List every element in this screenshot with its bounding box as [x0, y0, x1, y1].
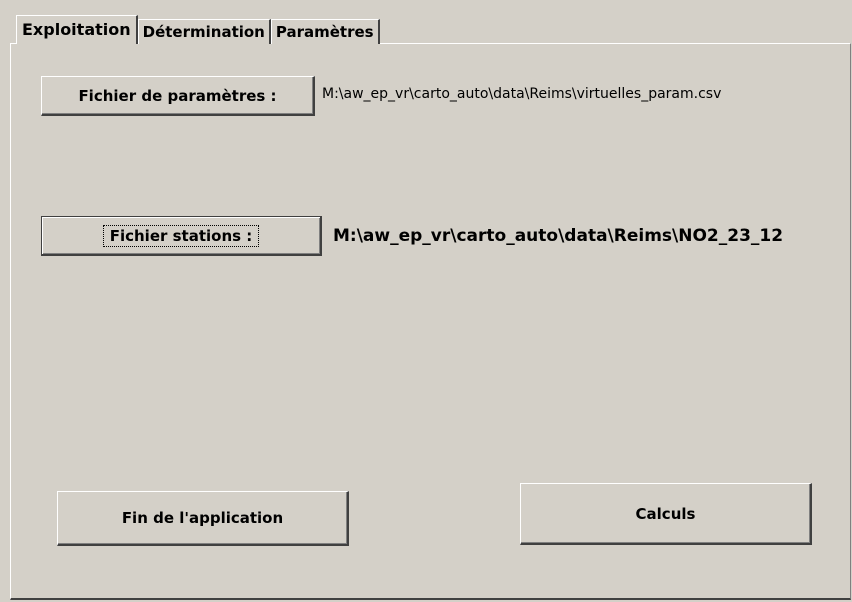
application-window: Exploitation Détermination Paramètres Fi… — [0, 0, 852, 602]
tab-parametres-label: Paramètres — [275, 23, 374, 41]
compute-button[interactable]: Calculs — [520, 483, 812, 545]
stations-file-button[interactable]: Fichier stations : — [41, 216, 322, 256]
tab-determination-label: Détermination — [142, 23, 265, 41]
stations-file-button-label: Fichier stations : — [102, 224, 260, 247]
tab-strip: Exploitation Détermination Paramètres — [16, 14, 380, 44]
param-file-path: M:\aw_ep_vr\carto_auto\data\Reims\virtue… — [322, 86, 722, 102]
tab-exploitation[interactable]: Exploitation — [16, 15, 138, 44]
tab-parametres[interactable]: Paramètres — [270, 19, 380, 44]
quit-application-button[interactable]: Fin de l'application — [57, 491, 349, 546]
stations-file-path: M:\aw_ep_vr\carto_auto\data\Reims\NO2_23… — [333, 226, 784, 246]
param-file-button-label: Fichier de paramètres : — [78, 86, 277, 105]
param-file-button[interactable]: Fichier de paramètres : — [41, 76, 315, 116]
tab-determination[interactable]: Détermination — [137, 19, 271, 44]
compute-button-label: Calculs — [635, 504, 696, 523]
quit-application-button-label: Fin de l'application — [121, 509, 284, 527]
tab-exploitation-label: Exploitation — [22, 19, 131, 39]
